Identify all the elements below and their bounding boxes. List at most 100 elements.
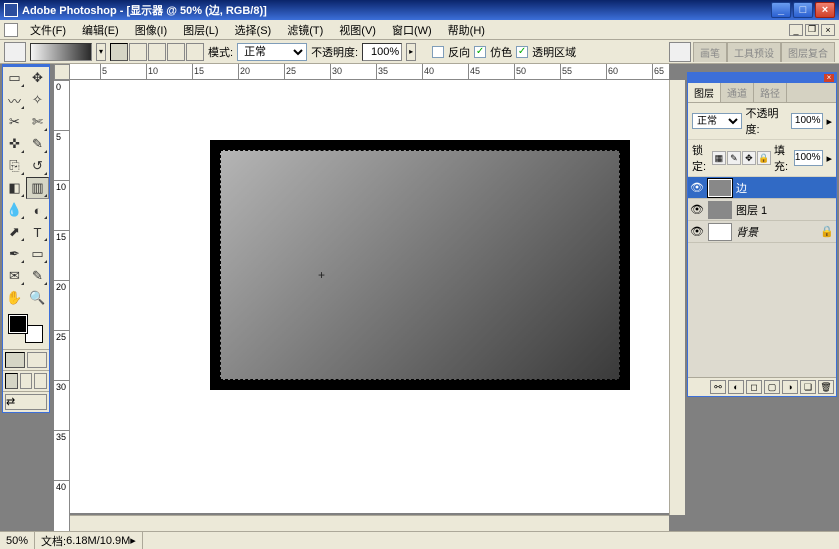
maximize-button[interactable]: □ [793, 2, 813, 18]
tab-brushes[interactable]: 画笔 [693, 42, 727, 62]
foreground-color[interactable] [9, 315, 27, 333]
transparency-checkbox[interactable]: ✓ [516, 46, 528, 58]
opacity-arrow-icon[interactable]: ▸ [826, 115, 832, 128]
chevron-right-icon[interactable]: ▸ [130, 534, 136, 547]
layer-blend-select[interactable]: 正常 [692, 113, 742, 129]
layer-row[interactable]: 👁 背景 🔒 [688, 221, 836, 243]
visibility-icon[interactable]: 👁 [690, 203, 704, 217]
minimize-button[interactable]: _ [771, 2, 791, 18]
layer-row[interactable]: 👁 图层 1 [688, 199, 836, 221]
layer-thumbnail[interactable] [708, 201, 732, 219]
screen-standard-button[interactable] [5, 373, 18, 389]
brush-tool[interactable]: ✎ [26, 133, 49, 155]
color-swatches[interactable] [7, 313, 45, 345]
healing-tool[interactable]: ✜ [3, 133, 26, 155]
menu-view[interactable]: 视图(V) [331, 20, 384, 40]
menu-window[interactable]: 窗口(W) [384, 20, 440, 40]
close-button[interactable]: × [815, 2, 835, 18]
lock-transparent-icon[interactable]: ▦ [712, 151, 726, 165]
screen-full-menu-button[interactable] [20, 373, 33, 389]
linear-gradient-button[interactable] [110, 43, 128, 61]
zoom-tool[interactable]: 🔍 [26, 287, 49, 309]
angle-gradient-button[interactable] [148, 43, 166, 61]
opacity-dropdown[interactable]: ▸ [406, 43, 416, 61]
current-tool-icon[interactable] [4, 42, 26, 62]
mdi-minimize[interactable]: _ [789, 24, 803, 36]
radial-gradient-button[interactable] [129, 43, 147, 61]
visibility-icon[interactable]: 👁 [690, 225, 704, 239]
layer-thumbnail[interactable] [708, 179, 732, 197]
menu-file[interactable]: 文件(F) [22, 20, 74, 40]
move-tool[interactable]: ✥ [26, 67, 49, 89]
menu-select[interactable]: 选择(S) [227, 20, 280, 40]
layer-style-button[interactable]: ◐ [728, 380, 744, 394]
mdi-restore[interactable]: ❐ [805, 24, 819, 36]
ruler-vertical[interactable]: 0510152025303540 [54, 80, 70, 531]
visibility-icon[interactable]: 👁 [690, 181, 704, 195]
path-tool[interactable]: ⬈ [3, 221, 26, 243]
menu-layer[interactable]: 图层(L) [175, 20, 226, 40]
layer-opacity-value[interactable]: 100% [791, 113, 824, 129]
adjustment-layer-button[interactable]: ◑ [782, 380, 798, 394]
lock-position-icon[interactable]: ✥ [742, 151, 756, 165]
new-layer-button[interactable]: ❏ [800, 380, 816, 394]
opacity-value[interactable]: 100% [362, 43, 402, 61]
dither-checkbox[interactable]: ✓ [474, 46, 486, 58]
crop-tool[interactable]: ✂ [3, 111, 26, 133]
reverse-checkbox[interactable] [432, 46, 444, 58]
imageready-button[interactable]: ⇄ [5, 394, 47, 410]
horizontal-scrollbar[interactable] [70, 515, 669, 531]
lock-all-icon[interactable]: 🔒 [757, 151, 771, 165]
dodge-tool[interactable]: ◐ [26, 199, 49, 221]
wand-tool[interactable]: ✧ [26, 89, 49, 111]
shape-tool[interactable]: ▭ [26, 243, 49, 265]
doc-info[interactable]: 文档: 6.18M/10.9M ▸ [35, 532, 143, 549]
delete-layer-button[interactable]: 🗑 [818, 380, 834, 394]
pen-tool[interactable]: ✒ [3, 243, 26, 265]
gradient-tool[interactable]: ▥ [26, 177, 49, 199]
gradient-dropdown[interactable]: ▾ [96, 43, 106, 61]
quickmask-mode-button[interactable] [27, 352, 47, 368]
background-color[interactable] [25, 325, 43, 343]
vertical-scrollbar[interactable] [669, 80, 685, 515]
history-brush-tool[interactable]: ↺ [26, 155, 49, 177]
tab-tool-presets[interactable]: 工具预设 [727, 42, 781, 62]
fill-value[interactable]: 100% [794, 150, 824, 166]
tab-paths[interactable]: 路径 [754, 83, 787, 102]
slice-tool[interactable]: ✄ [26, 111, 49, 133]
diamond-gradient-button[interactable] [186, 43, 204, 61]
panel-close-button[interactable]: × [824, 74, 834, 82]
menu-help[interactable]: 帮助(H) [440, 20, 493, 40]
tab-layers[interactable]: 图层 [688, 83, 721, 102]
layer-set-button[interactable]: ▢ [764, 380, 780, 394]
mdi-close[interactable]: × [821, 24, 835, 36]
eraser-tool[interactable]: ◧ [3, 177, 26, 199]
ruler-horizontal[interactable]: 05101520253035404550556065 [54, 64, 669, 80]
layer-link-button[interactable]: ⚯ [710, 380, 726, 394]
eyedropper-tool[interactable]: ✎ [26, 265, 49, 287]
hand-tool[interactable]: ✋ [3, 287, 26, 309]
ruler-origin[interactable] [54, 64, 70, 80]
layer-thumbnail[interactable] [708, 223, 732, 241]
layer-name[interactable]: 图层 1 [736, 202, 767, 218]
tab-layer-comps[interactable]: 图层复合 [781, 42, 835, 62]
zoom-status[interactable]: 50% [0, 532, 35, 549]
fill-arrow-icon[interactable]: ▸ [826, 152, 832, 165]
menu-filter[interactable]: 滤镜(T) [279, 20, 331, 40]
layer-mask-button[interactable]: ◻ [746, 380, 762, 394]
menu-edit[interactable]: 编辑(E) [74, 20, 127, 40]
canvas[interactable]: + [210, 140, 630, 390]
layer-name[interactable]: 边 [736, 180, 747, 196]
gradient-swatch[interactable] [30, 43, 92, 61]
lock-pixels-icon[interactable]: ✎ [727, 151, 741, 165]
blend-mode-select[interactable]: 正常 [237, 43, 307, 61]
stamp-tool[interactable]: ⎘ [3, 155, 26, 177]
type-tool[interactable]: T [26, 221, 49, 243]
screen-full-button[interactable] [34, 373, 47, 389]
notes-tool[interactable]: ✉ [3, 265, 26, 287]
marquee-tool[interactable]: ▭ [3, 67, 26, 89]
layer-name[interactable]: 背景 [736, 224, 758, 240]
lasso-tool[interactable]: 〰 [3, 89, 26, 111]
menu-image[interactable]: 图像(I) [127, 20, 175, 40]
blur-tool[interactable]: 💧 [3, 199, 26, 221]
